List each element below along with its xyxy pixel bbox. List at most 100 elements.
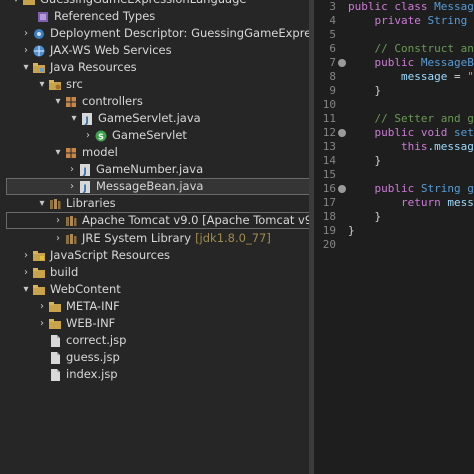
library-icon	[64, 214, 78, 228]
tree-item-project[interactable]: ▾ GuessingGameExpressionLanguage	[0, 0, 309, 8]
tree-item-label: MessageBean.java	[96, 179, 204, 193]
chevron-right-icon[interactable]: ›	[52, 230, 64, 247]
source-folder-icon	[48, 78, 62, 92]
svg-text:J: J	[82, 184, 86, 194]
chevron-down-icon[interactable]: ▾	[68, 110, 80, 127]
libraries-icon	[48, 197, 62, 211]
fold-marker-icon[interactable]	[338, 59, 346, 67]
folder-icon	[48, 317, 62, 331]
tree-item-deployment-descriptor[interactable]: › Deployment Descriptor: GuessingGameExp…	[0, 25, 309, 42]
line-number: 8	[329, 70, 336, 83]
line-number: 6	[329, 42, 336, 55]
chevron-right-icon[interactable]: ›	[20, 264, 32, 281]
tree-item-guess-jsp[interactable]: guess.jsp	[0, 349, 309, 366]
jsp-file-icon	[48, 334, 62, 348]
tree-item-referenced-types[interactable]: Referenced Types	[0, 8, 309, 25]
tree-item-label: correct.jsp	[66, 333, 127, 347]
chevron-right-icon[interactable]: ›	[82, 127, 94, 144]
project-icon	[22, 0, 36, 7]
svg-text:S: S	[98, 132, 104, 141]
tree-item-label: GuessingGameExpressionLanguage	[40, 0, 246, 8]
tree-item-label: JRE System Library	[82, 231, 192, 245]
chevron-down-icon[interactable]: ▾	[36, 76, 48, 93]
line-number: 7	[329, 56, 336, 69]
chevron-right-icon[interactable]: ›	[20, 247, 32, 264]
tree-item-gameservlet-class[interactable]: › S GameServlet	[0, 127, 309, 144]
code-line-4: private String	[374, 14, 468, 27]
line-number: 14	[322, 154, 336, 167]
folder-icon	[48, 300, 62, 314]
code-line-12: public void set	[374, 126, 474, 139]
tree-item-webcontent[interactable]: ▾ WebContent	[0, 281, 309, 298]
servlet-class-icon: S	[94, 129, 108, 143]
tree-item-label: WEB-INF	[66, 316, 116, 330]
line-number: 17	[322, 196, 336, 209]
code-line-16: public String g	[374, 182, 474, 195]
chevron-down-icon[interactable]: ▾	[52, 93, 64, 110]
chevron-down-icon[interactable]: ▾	[52, 144, 64, 161]
chevron-down-icon[interactable]: ▾	[36, 195, 48, 212]
tree-item-meta-inf[interactable]: › META-INF	[0, 298, 309, 315]
tree-item-src[interactable]: ▾ src	[0, 76, 309, 93]
line-number: 4	[329, 14, 336, 27]
chevron-right-icon[interactable]: ›	[66, 161, 78, 178]
chevron-down-icon[interactable]: ▾	[20, 281, 32, 298]
code-line-19: }	[348, 224, 355, 237]
tree-item-label: JAX-WS Web Services	[50, 43, 172, 57]
chevron-right-icon[interactable]: ›	[52, 212, 64, 229]
code-line-14: }	[374, 154, 382, 167]
line-number: 9	[329, 84, 336, 97]
java-resources-icon	[32, 61, 46, 75]
code-line-17: return mess	[400, 196, 474, 209]
tree-item-apache-tomcat[interactable]: › Apache Tomcat v9.0 [Apache Tomcat v9.0…	[6, 212, 309, 229]
tree-item-jax-ws[interactable]: › JAX-WS Web Services	[0, 42, 309, 59]
tree-item-gamenumber-java[interactable]: › J GameNumber.java	[0, 161, 309, 178]
fold-marker-icon[interactable]	[338, 129, 346, 137]
tree-item-gameservlet-java[interactable]: ▾ J GameServlet.java	[0, 110, 309, 127]
chevron-right-icon[interactable]: ›	[66, 178, 78, 195]
tree-item-messagebean-java[interactable]: › J MessageBean.java	[6, 178, 309, 195]
javascript-resources-icon	[32, 249, 46, 263]
tree-item-build[interactable]: › build	[0, 264, 309, 281]
line-number: 5	[329, 28, 336, 41]
tree-item-java-resources[interactable]: ▾ Java Resources	[0, 59, 309, 76]
tree-item-label: Referenced Types	[54, 9, 156, 23]
jdk-version-decoration: [jdk1.8.0_77]	[195, 231, 271, 245]
tree-item-controllers[interactable]: ▾ controllers	[0, 93, 309, 110]
chevron-down-icon[interactable]: ▾	[20, 59, 32, 76]
fold-marker-icon[interactable]	[338, 185, 346, 193]
tree-item-jre-system-library[interactable]: › JRE System Library [jdk1.8.0_77]	[0, 230, 309, 247]
java-file-icon: J	[78, 163, 92, 177]
code-line-13: this.messag	[400, 140, 474, 153]
chevron-right-icon[interactable]: ›	[36, 298, 48, 315]
folder-icon	[32, 283, 46, 297]
java-file-icon: J	[80, 112, 94, 126]
chevron-right-icon[interactable]: ›	[20, 25, 32, 42]
tree-item-label: Deployment Descriptor: GuessingGameExpre…	[50, 26, 309, 40]
chevron-down-icon[interactable]: ▾	[10, 0, 22, 8]
line-number: 13	[322, 140, 336, 153]
project-explorer: ▾ GuessingGameExpressionLanguage Referen…	[0, 0, 309, 474]
code-line-11: // Setter and ge	[374, 112, 474, 125]
chevron-right-icon[interactable]: ›	[20, 42, 32, 59]
tree-item-index-jsp[interactable]: index.jsp	[0, 366, 309, 383]
jsp-file-icon	[48, 351, 62, 365]
code-line-18: }	[374, 210, 382, 223]
tree-item-label: build	[50, 265, 79, 279]
line-number: 20	[322, 238, 336, 251]
code-editor[interactable]: 3 4 5 6 7 8 9 10 11 12 13 14 15 16 17 18…	[314, 0, 474, 474]
svg-text:J: J	[84, 116, 88, 126]
tree-item-javascript-resources[interactable]: › JavaScript Resources	[0, 247, 309, 264]
line-number: 10	[322, 98, 336, 111]
library-icon	[64, 232, 78, 246]
tree-item-web-inf[interactable]: › WEB-INF	[0, 315, 309, 332]
line-number: 3	[329, 0, 336, 13]
chevron-right-icon[interactable]: ›	[36, 315, 48, 332]
code-line-8: message = "	[400, 70, 474, 83]
referenced-types-icon	[36, 10, 50, 24]
code-line-3: public class Messag	[348, 0, 474, 13]
tree-item-model[interactable]: ▾ model	[0, 144, 309, 161]
tree-item-correct-jsp[interactable]: correct.jsp	[0, 332, 309, 349]
tree-item-label: WebContent	[50, 282, 121, 296]
tree-item-libraries[interactable]: ▾ Libraries	[0, 195, 309, 212]
